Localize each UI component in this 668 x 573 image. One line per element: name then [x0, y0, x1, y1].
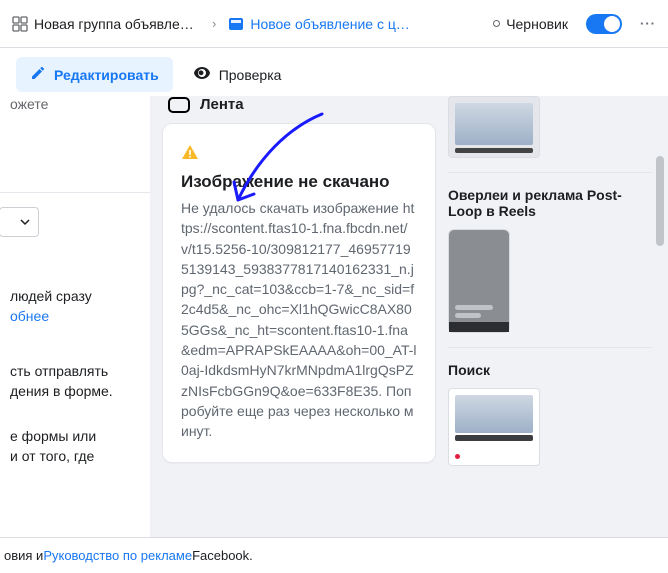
edit-tab-label: Редактировать — [54, 67, 159, 83]
feed-icon — [168, 97, 190, 113]
breadcrumb-ad-label: Новое объявление с целью ' — [250, 16, 416, 32]
reels-preview-thumb[interactable] — [448, 229, 510, 333]
middle-column: Лента Изображение не скачано Не удалось … — [150, 96, 448, 537]
left-form-line4: и от того, где — [10, 447, 140, 467]
feed-title: Лента — [200, 96, 244, 113]
more-menu-button[interactable]: ··· — [634, 10, 662, 38]
tabs-row: Редактировать Проверка — [0, 48, 668, 102]
left-column: ожете людей сразу обнее сть отправлять д… — [0, 96, 150, 537]
left-form-line1: сть отправлять — [10, 362, 140, 382]
divider — [448, 172, 652, 173]
check-tab[interactable]: Проверка — [189, 56, 286, 93]
edit-tab[interactable]: Редактировать — [16, 57, 173, 92]
search-preview-thumb[interactable] — [448, 388, 540, 466]
footer-link[interactable]: Руководство по рекламе — [43, 548, 192, 563]
scrollbar[interactable] — [654, 96, 666, 537]
right-column: Оверлеи и реклама Post-Loop в Reels Поис… — [448, 96, 668, 537]
adset-grid-icon — [12, 16, 28, 32]
left-form-line2: дения в форме. — [10, 382, 140, 402]
status-dot-icon — [493, 20, 500, 27]
warning-icon — [181, 144, 199, 162]
error-title: Изображение не скачано — [181, 172, 417, 192]
check-tab-label: Проверка — [219, 67, 282, 83]
pencil-icon — [30, 65, 46, 84]
status-indicator: Черновик — [493, 16, 568, 32]
dropdown-chevron[interactable] — [0, 207, 39, 237]
search-section-title: Поиск — [448, 362, 652, 378]
left-top-fragment: ожете — [0, 96, 150, 122]
overlays-section-title: Оверлеи и реклама Post-Loop в Reels — [448, 187, 652, 219]
breadcrumb-adset-label: Новая группа объявлений с — [34, 16, 200, 32]
footer-text-2: Facebook. — [192, 548, 253, 563]
feed-preview-thumb[interactable] — [448, 96, 540, 158]
error-card: Изображение не скачано Не удалось скачат… — [162, 123, 436, 463]
status-label: Черновик — [506, 16, 568, 32]
footer-text-1: овия и — [4, 548, 43, 563]
ad-icon — [228, 16, 244, 32]
feed-header: Лента — [162, 96, 436, 123]
chevron-right-icon: › — [210, 16, 218, 31]
eye-icon — [193, 64, 211, 85]
publish-toggle[interactable] — [586, 14, 622, 34]
error-body: Не удалось скачать изображение https://s… — [181, 198, 417, 442]
breadcrumb-ad[interactable]: Новое объявление с целью ' — [222, 12, 422, 36]
learn-more-link[interactable]: обнее — [10, 308, 49, 324]
main-area: ожете людей сразу обнее сть отправлять д… — [0, 96, 668, 537]
breadcrumb-bar: Новая группа объявлений с › Новое объявл… — [0, 0, 668, 48]
breadcrumb-adset[interactable]: Новая группа объявлений с — [6, 12, 206, 36]
left-form-line3: е формы или — [10, 427, 140, 447]
left-audience-text: людей сразу — [10, 287, 140, 307]
divider — [448, 347, 652, 348]
footer: овия и Руководство по рекламе Facebook. — [0, 537, 668, 573]
